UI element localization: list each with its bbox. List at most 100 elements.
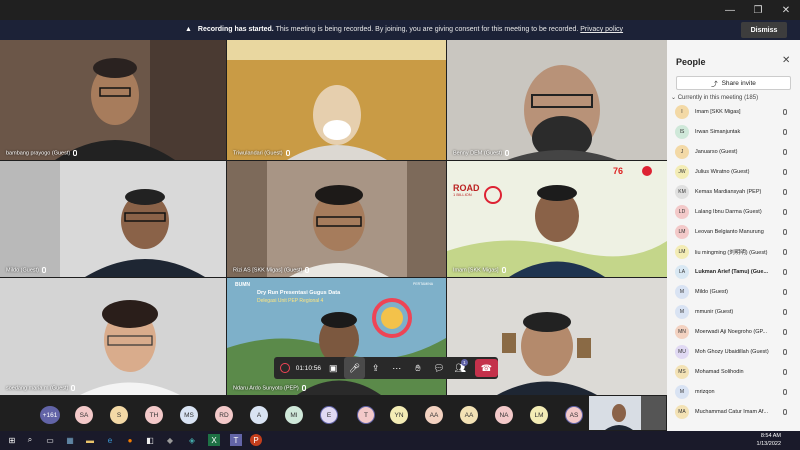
participant-avatar[interactable]: E [320, 406, 338, 424]
mic-icon [783, 349, 787, 355]
participant-avatar: LM [675, 225, 689, 239]
minimize-button[interactable]: — [716, 0, 744, 20]
widgets-icon[interactable]: ▦ [64, 434, 76, 446]
video-tile[interactable]: bambang prayogo (Guest) [0, 40, 226, 160]
participant-row[interactable]: J Januarso (Guest) [667, 142, 800, 162]
participant-video [0, 161, 226, 277]
participant-row[interactable]: LM Leovan Belgianto Manurung [667, 222, 800, 242]
edge-icon[interactable]: e [104, 434, 116, 446]
participant-avatar[interactable]: T [357, 406, 375, 424]
teams-icon[interactable]: T [230, 434, 242, 446]
banner-message: This meeting is being recorded. By joini… [275, 26, 579, 33]
share-icon: ⤴ [711, 81, 718, 88]
privacy-policy-link[interactable]: Privacy policy [580, 26, 623, 33]
mic-button[interactable]: 🎤︎ [343, 357, 365, 379]
in-meeting-header[interactable]: ⌄ Currently in this meeting (185) [671, 94, 758, 101]
file-explorer-icon[interactable]: ▬ [84, 434, 96, 446]
participant-avatar[interactable]: AA [460, 406, 478, 424]
participant-row[interactable]: I Imam [SKK Migas] [667, 102, 800, 122]
taskbar-clock[interactable]: 8:54 AM 1/13/2022 [745, 432, 781, 448]
participant-row[interactable]: MU Moh Ghozy Ubaidillah (Guest) [667, 342, 800, 362]
firefox-icon[interactable]: ● [124, 434, 136, 446]
excel-icon[interactable]: X [208, 434, 220, 446]
video-tile[interactable]: soedang maria m (Guest) [0, 278, 226, 395]
participant-avatar[interactable]: YN [390, 406, 408, 424]
participant-avatar: IS [675, 125, 689, 139]
participant-avatar[interactable]: AS [565, 406, 583, 424]
participant-avatar[interactable]: S [110, 406, 128, 424]
self-video-feed [589, 396, 666, 430]
windows-taskbar [0, 431, 800, 450]
recording-banner: ▲ Recording has started. This meeting is… [0, 20, 800, 40]
overflow-participants-button[interactable]: +161 [40, 406, 60, 424]
close-window-button[interactable]: ✕ [772, 0, 800, 20]
participant-name: Lukman Arief (Tamu) (Gue... [695, 269, 769, 275]
app-icon[interactable]: ◆ [164, 434, 176, 446]
self-view-video[interactable] [589, 396, 666, 430]
search-icon[interactable]: ⌕ [24, 434, 36, 446]
participant-name: Imam [SKK Migas] [453, 267, 499, 273]
video-tile[interactable]: Benny DEM (Guest) [447, 40, 667, 160]
recording-icon [280, 363, 290, 373]
restore-button[interactable]: ❐ [744, 0, 772, 20]
close-panel-button[interactable]: ✕ [782, 55, 790, 66]
raise-hand-button[interactable]: ✋︎ [407, 357, 428, 379]
phone-hangup-icon: ☎ [480, 362, 493, 373]
participant-row[interactable]: JW Julius Wiratno (Guest) [667, 162, 800, 182]
windows-start-icon[interactable]: ⊞ [6, 434, 18, 446]
participant-row[interactable]: LA Lukman Arief (Tamu) (Gue... [667, 262, 800, 282]
participant-row[interactable]: M Mildo (Guest) [667, 282, 800, 302]
dismiss-button[interactable]: Dismiss [741, 22, 787, 38]
share-invite-button[interactable]: ⤴ Share invite [676, 76, 791, 90]
participant-name: Mildo (Guest) [6, 267, 40, 273]
mic-icon [501, 266, 506, 273]
participant-avatar: MU [675, 345, 689, 359]
participant-avatar[interactable]: A [250, 406, 268, 424]
mic-icon [783, 269, 787, 275]
participant-avatar[interactable]: SA [75, 406, 93, 424]
app-icon[interactable]: ◈ [186, 434, 198, 446]
participant-avatar[interactable]: NA [495, 406, 513, 424]
camera-button[interactable]: ▣ [323, 357, 344, 379]
participant-row[interactable]: MA Muchammad Catur Imam Af... [667, 402, 800, 422]
participant-row[interactable]: MS Mohamad Solihodin [667, 362, 800, 382]
task-view-icon[interactable]: ▭ [44, 434, 56, 446]
participant-avatar[interactable]: LM [530, 406, 548, 424]
video-tile[interactable]: Triwulandari (Guest) [227, 40, 446, 160]
participant-video [447, 40, 667, 160]
participant-row[interactable]: MN Moerwadi Aji Noegroho (GP... [667, 322, 800, 342]
powerpoint-icon[interactable]: P [250, 434, 262, 446]
participant-row[interactable]: Mmrizqon [667, 382, 800, 402]
hang-up-button[interactable]: ☎ [474, 359, 498, 377]
participant-avatar[interactable]: MS [180, 406, 198, 424]
mic-icon [301, 384, 306, 391]
share-button[interactable]: ⇪ [365, 357, 386, 379]
mic-icon [783, 249, 787, 255]
video-tile[interactable]: Mildo (Guest) [0, 161, 226, 277]
participant-row[interactable]: LM liu mingming (刘明明) (Guest) [667, 242, 800, 262]
participant-name: Kemas Mardiansyah (PEP) [695, 189, 762, 195]
participant-avatar[interactable]: TH [145, 406, 163, 424]
people-panel: People ✕ ⤴ Share invite ⌄ Currently in t… [667, 40, 800, 431]
mic-icon [783, 389, 787, 395]
video-tile[interactable]: Rizi AS [SKK Migas] (Guest) [227, 161, 446, 277]
participant-row[interactable]: LD Lalang Ibnu Darma (Guest) [667, 202, 800, 222]
participant-row[interactable]: KM Kemas Mardiansyah (PEP) [667, 182, 800, 202]
store-icon[interactable]: ◧ [144, 434, 156, 446]
participant-avatar[interactable]: AA [425, 406, 443, 424]
chat-button[interactable]: 💬︎ [429, 357, 450, 379]
participant-name: Imam [SKK Migas] [695, 109, 741, 115]
bumn-logo: BUMN [235, 282, 250, 288]
participant-avatar: LA [675, 265, 689, 279]
participant-name: Rizi AS [SKK Migas] (Guest) [233, 267, 303, 273]
participant-name: Muchammad Catur Imam Af... [695, 409, 769, 415]
people-button[interactable]: 👥︎ 1 [450, 357, 471, 379]
participant-row[interactable]: Mmmunir (Guest) [667, 302, 800, 322]
mic-icon [783, 129, 787, 135]
video-tile[interactable]: ROAD 1 BILLION 76 Imam [SKK Migas] [447, 161, 667, 277]
more-button[interactable]: ⋯ [386, 357, 407, 379]
participant-row[interactable]: IS Irwan Simanjuntak [667, 122, 800, 142]
participant-avatar[interactable]: RD [215, 406, 233, 424]
participant-avatar[interactable]: MI [285, 406, 303, 424]
call-timer: 01:10:56 [295, 364, 322, 372]
